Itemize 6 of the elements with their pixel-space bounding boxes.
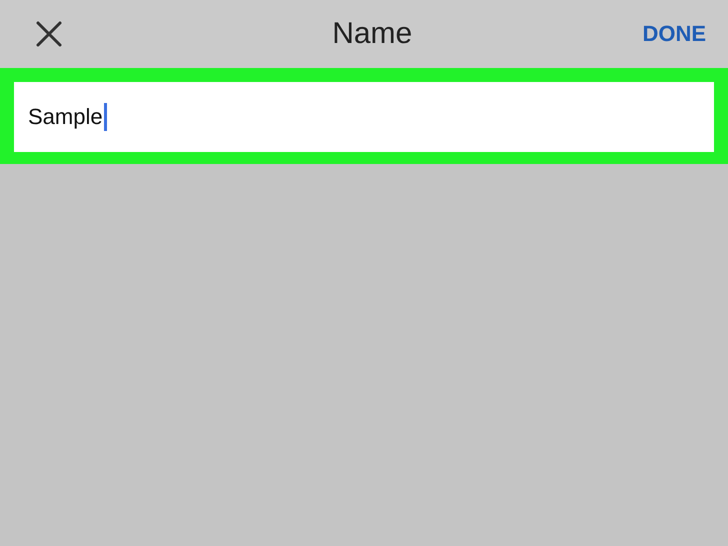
text-cursor: [104, 103, 107, 131]
done-button[interactable]: DONE: [642, 21, 706, 47]
name-field[interactable]: Sample: [14, 82, 714, 152]
close-button[interactable]: [36, 21, 62, 47]
close-icon: [36, 21, 62, 47]
screen-title: Name: [332, 17, 412, 51]
